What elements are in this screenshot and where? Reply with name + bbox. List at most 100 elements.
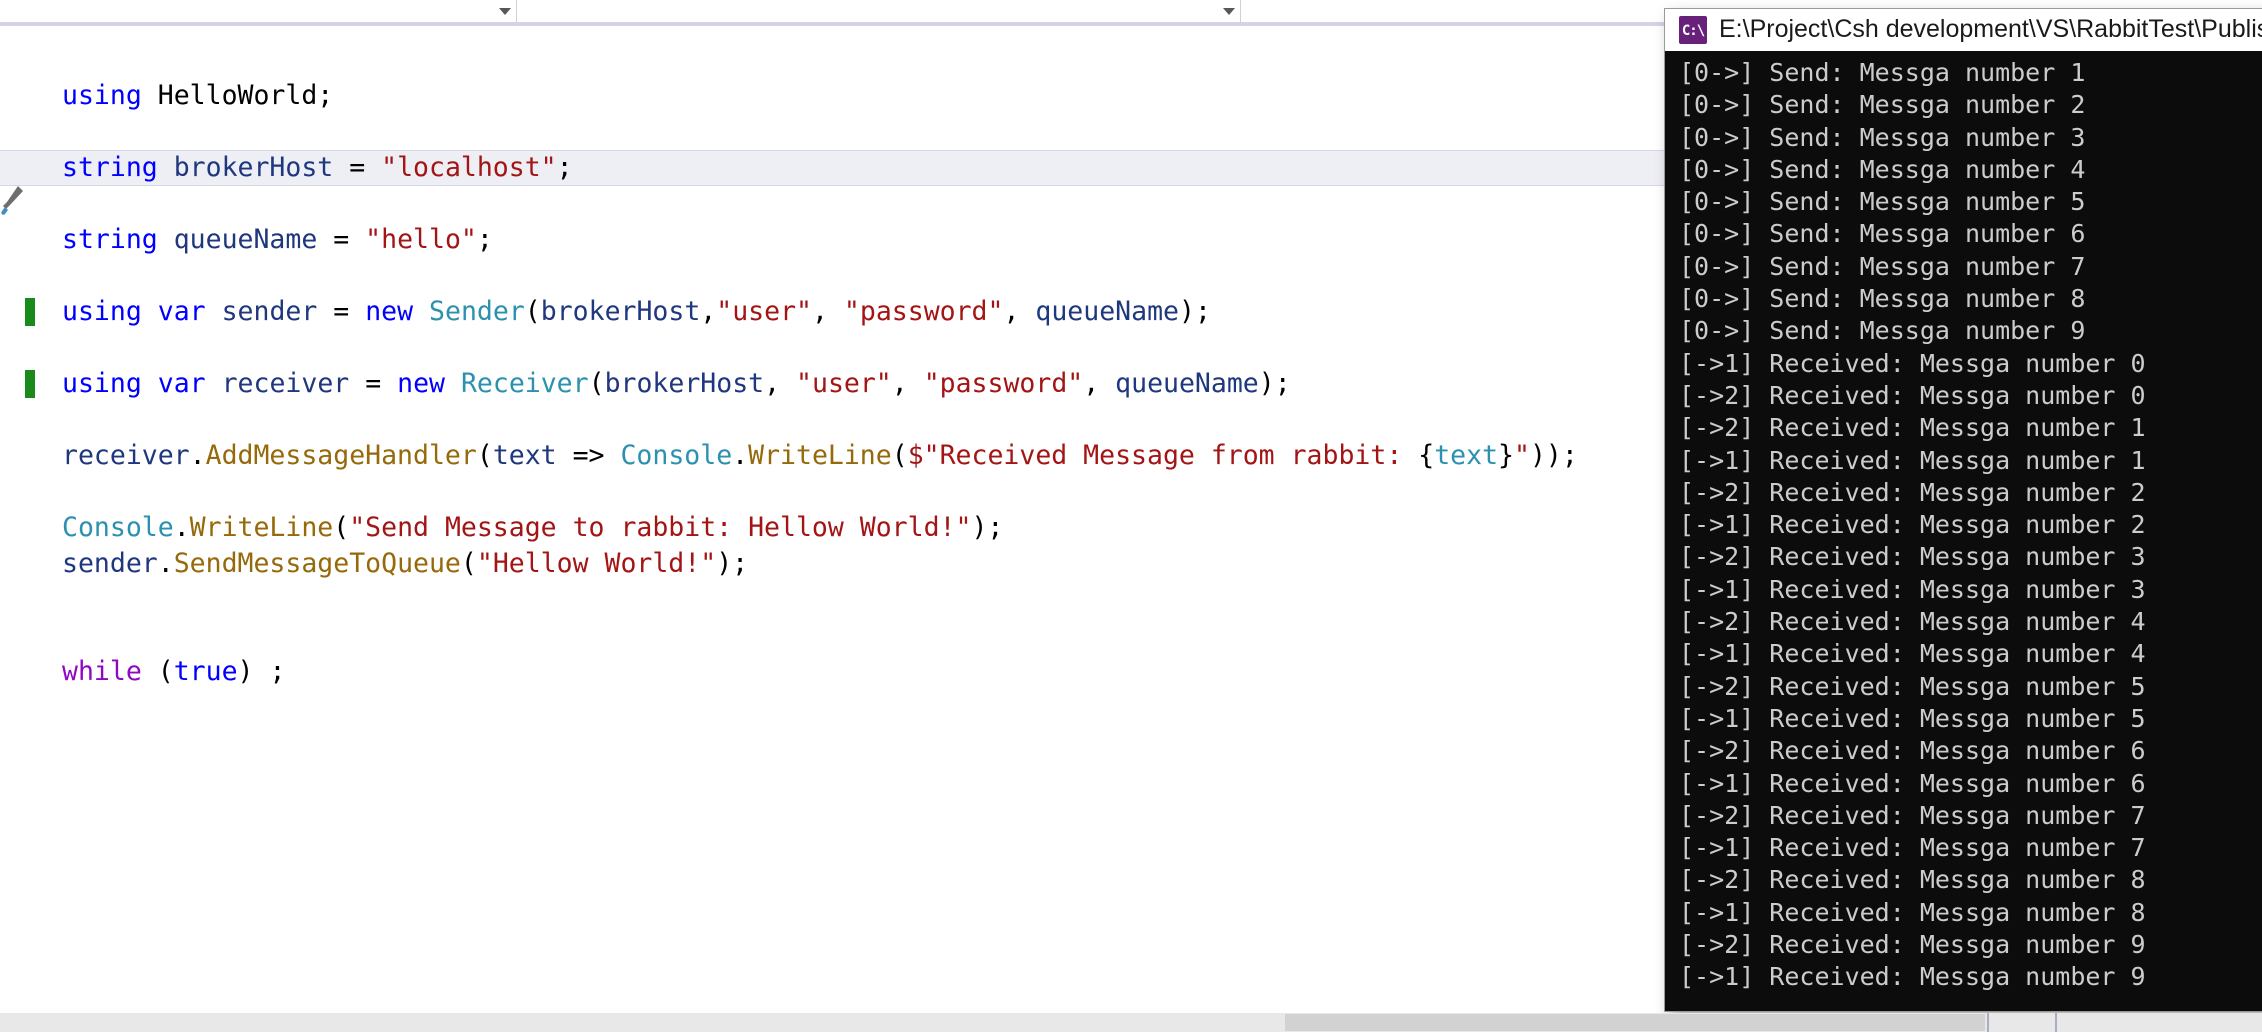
- console-title-bar[interactable]: C:\ E:\Project\Csh development\VS\Rabbit…: [1665, 9, 2262, 51]
- code-token: ));: [1529, 440, 1578, 471]
- console-output-line: [->1] Received: Messga number 3: [1679, 574, 2146, 604]
- code-token: Console: [62, 512, 174, 543]
- code-token: WriteLine: [748, 440, 892, 471]
- code-token: string: [62, 224, 158, 255]
- code-token: queueName: [1115, 368, 1259, 399]
- code-token: brokerHost: [173, 152, 334, 183]
- console-output-line: [->1] Received: Messga number 8: [1679, 897, 2146, 927]
- horizontal-scroll-thumb[interactable]: [1285, 1014, 1985, 1031]
- code-token: ,: [1003, 296, 1036, 327]
- code-token: );: [1178, 296, 1211, 327]
- console-output-line: [->2] Received: Messga number 5: [1679, 671, 2146, 701]
- code-token: ,: [891, 368, 924, 399]
- horizontal-scrollbar[interactable]: [0, 1013, 2262, 1032]
- console-output-line: [0->] Send: Messga number 8: [1679, 284, 2086, 314]
- code-token: =>: [556, 440, 621, 471]
- code-token: (: [476, 440, 493, 471]
- code-token: sender: [62, 548, 158, 579]
- console-icon-glyph: C:\: [1681, 22, 1705, 39]
- code-token: (: [524, 296, 541, 327]
- console-output-line: [0->] Send: Messga number 1: [1679, 58, 2086, 87]
- code-token: (: [588, 368, 605, 399]
- csharp-console-app-icon: C:\: [1679, 15, 1707, 44]
- code-token: SendMessageToQueue: [173, 548, 461, 579]
- code-token: ;: [476, 224, 493, 255]
- code-token: .: [157, 548, 174, 579]
- code-token: (: [141, 656, 174, 687]
- code-token: ,: [764, 368, 797, 399]
- code-token: while: [62, 656, 142, 687]
- code-token: (: [891, 440, 908, 471]
- code-token: ,: [700, 296, 717, 327]
- chevron-down-icon: [499, 7, 511, 15]
- code-token: ,: [1083, 368, 1116, 399]
- code-token: }: [1498, 440, 1514, 471]
- console-output-line: [->2] Received: Messga number 6: [1679, 736, 2146, 766]
- code-token: new: [397, 368, 445, 399]
- code-token: .: [732, 440, 749, 471]
- code-token: "password": [843, 296, 1004, 327]
- console-output-line: [0->] Send: Messga number 7: [1679, 251, 2086, 281]
- code-token: =: [317, 224, 366, 255]
- console-output-line: [->1] Received: Messga number 5: [1679, 703, 2146, 733]
- console-output-line: [0->] Send: Messga number 2: [1679, 90, 2086, 120]
- console-output-line: [0->] Send: Messga number 3: [1679, 122, 2086, 152]
- code-token: "Hellow World!": [476, 548, 717, 579]
- code-token: using: [62, 368, 142, 399]
- scrollbar-marker: [2055, 1013, 2057, 1032]
- code-token: =: [333, 152, 382, 183]
- editor-window: using HelloWorld; string brokerHost = "lo…: [0, 0, 2262, 1032]
- navigation-combo-right[interactable]: [1249, 0, 1529, 22]
- change-bar-indicator: [25, 298, 35, 326]
- console-output-line: [->2] Received: Messga number 7: [1679, 800, 2146, 830]
- code-token: receiver: [221, 368, 350, 399]
- console-window-title: E:\Project\Csh development\VS\RabbitTest…: [1719, 15, 2262, 43]
- code-token: text: [492, 440, 557, 471]
- code-token: );: [971, 512, 1004, 543]
- console-output-line: [->2] Received: Messga number 9: [1679, 930, 2146, 960]
- code-token: queueName: [1035, 296, 1179, 327]
- console-output[interactable]: [0->] Send: Messga number 1 [0->] Send: M…: [1665, 51, 2262, 1011]
- console-output-line: [0->] Send: Messga number 9: [1679, 316, 2086, 346]
- code-token: (: [460, 548, 477, 579]
- navigation-combo-middle[interactable]: [529, 0, 1241, 22]
- code-token: sender: [221, 296, 318, 327]
- console-window[interactable]: C:\ E:\Project\Csh development\VS\Rabbit…: [1664, 8, 2262, 1012]
- code-token: .: [173, 512, 190, 543]
- navigation-combo-left[interactable]: [0, 0, 517, 22]
- code-token: brokerHost: [604, 368, 765, 399]
- code-token: WriteLine: [189, 512, 334, 543]
- console-output-line: [->2] Received: Messga number 3: [1679, 542, 2146, 572]
- code-token: $"Received Message from rabbit:: [907, 440, 1419, 471]
- code-token: new: [365, 296, 414, 327]
- code-token: var: [157, 296, 206, 327]
- code-token: Receiver: [460, 368, 589, 399]
- code-token: "user": [796, 368, 892, 399]
- code-token: ": [1514, 440, 1530, 471]
- code-token: HelloWorld: [157, 80, 318, 111]
- console-output-line: [->2] Received: Messga number 4: [1679, 607, 2146, 637]
- console-output-line: [->1] Received: Messga number 6: [1679, 768, 2146, 798]
- code-token: "Send Message to rabbit: Hellow World!": [349, 512, 972, 543]
- console-output-line: [->1] Received: Messga number 4: [1679, 639, 2146, 669]
- code-token: string: [62, 152, 158, 183]
- code-token: "password": [923, 368, 1084, 399]
- code-token: .: [189, 440, 206, 471]
- code-token: true: [173, 656, 238, 687]
- code-token: );: [1258, 368, 1291, 399]
- console-output-line: [->1] Received: Messga number 0: [1679, 348, 2146, 378]
- console-output-line: [->2] Received: Messga number 2: [1679, 477, 2146, 507]
- console-output-line: [->1] Received: Messga number 9: [1679, 962, 2146, 992]
- code-token: "hello": [365, 224, 477, 255]
- code-token: AddMessageHandler: [205, 440, 477, 471]
- console-output-line: [0->] Send: Messga number 5: [1679, 187, 2086, 217]
- chevron-down-icon: [1223, 7, 1235, 15]
- code-token: Console: [620, 440, 733, 471]
- code-token: brokerHost: [540, 296, 701, 327]
